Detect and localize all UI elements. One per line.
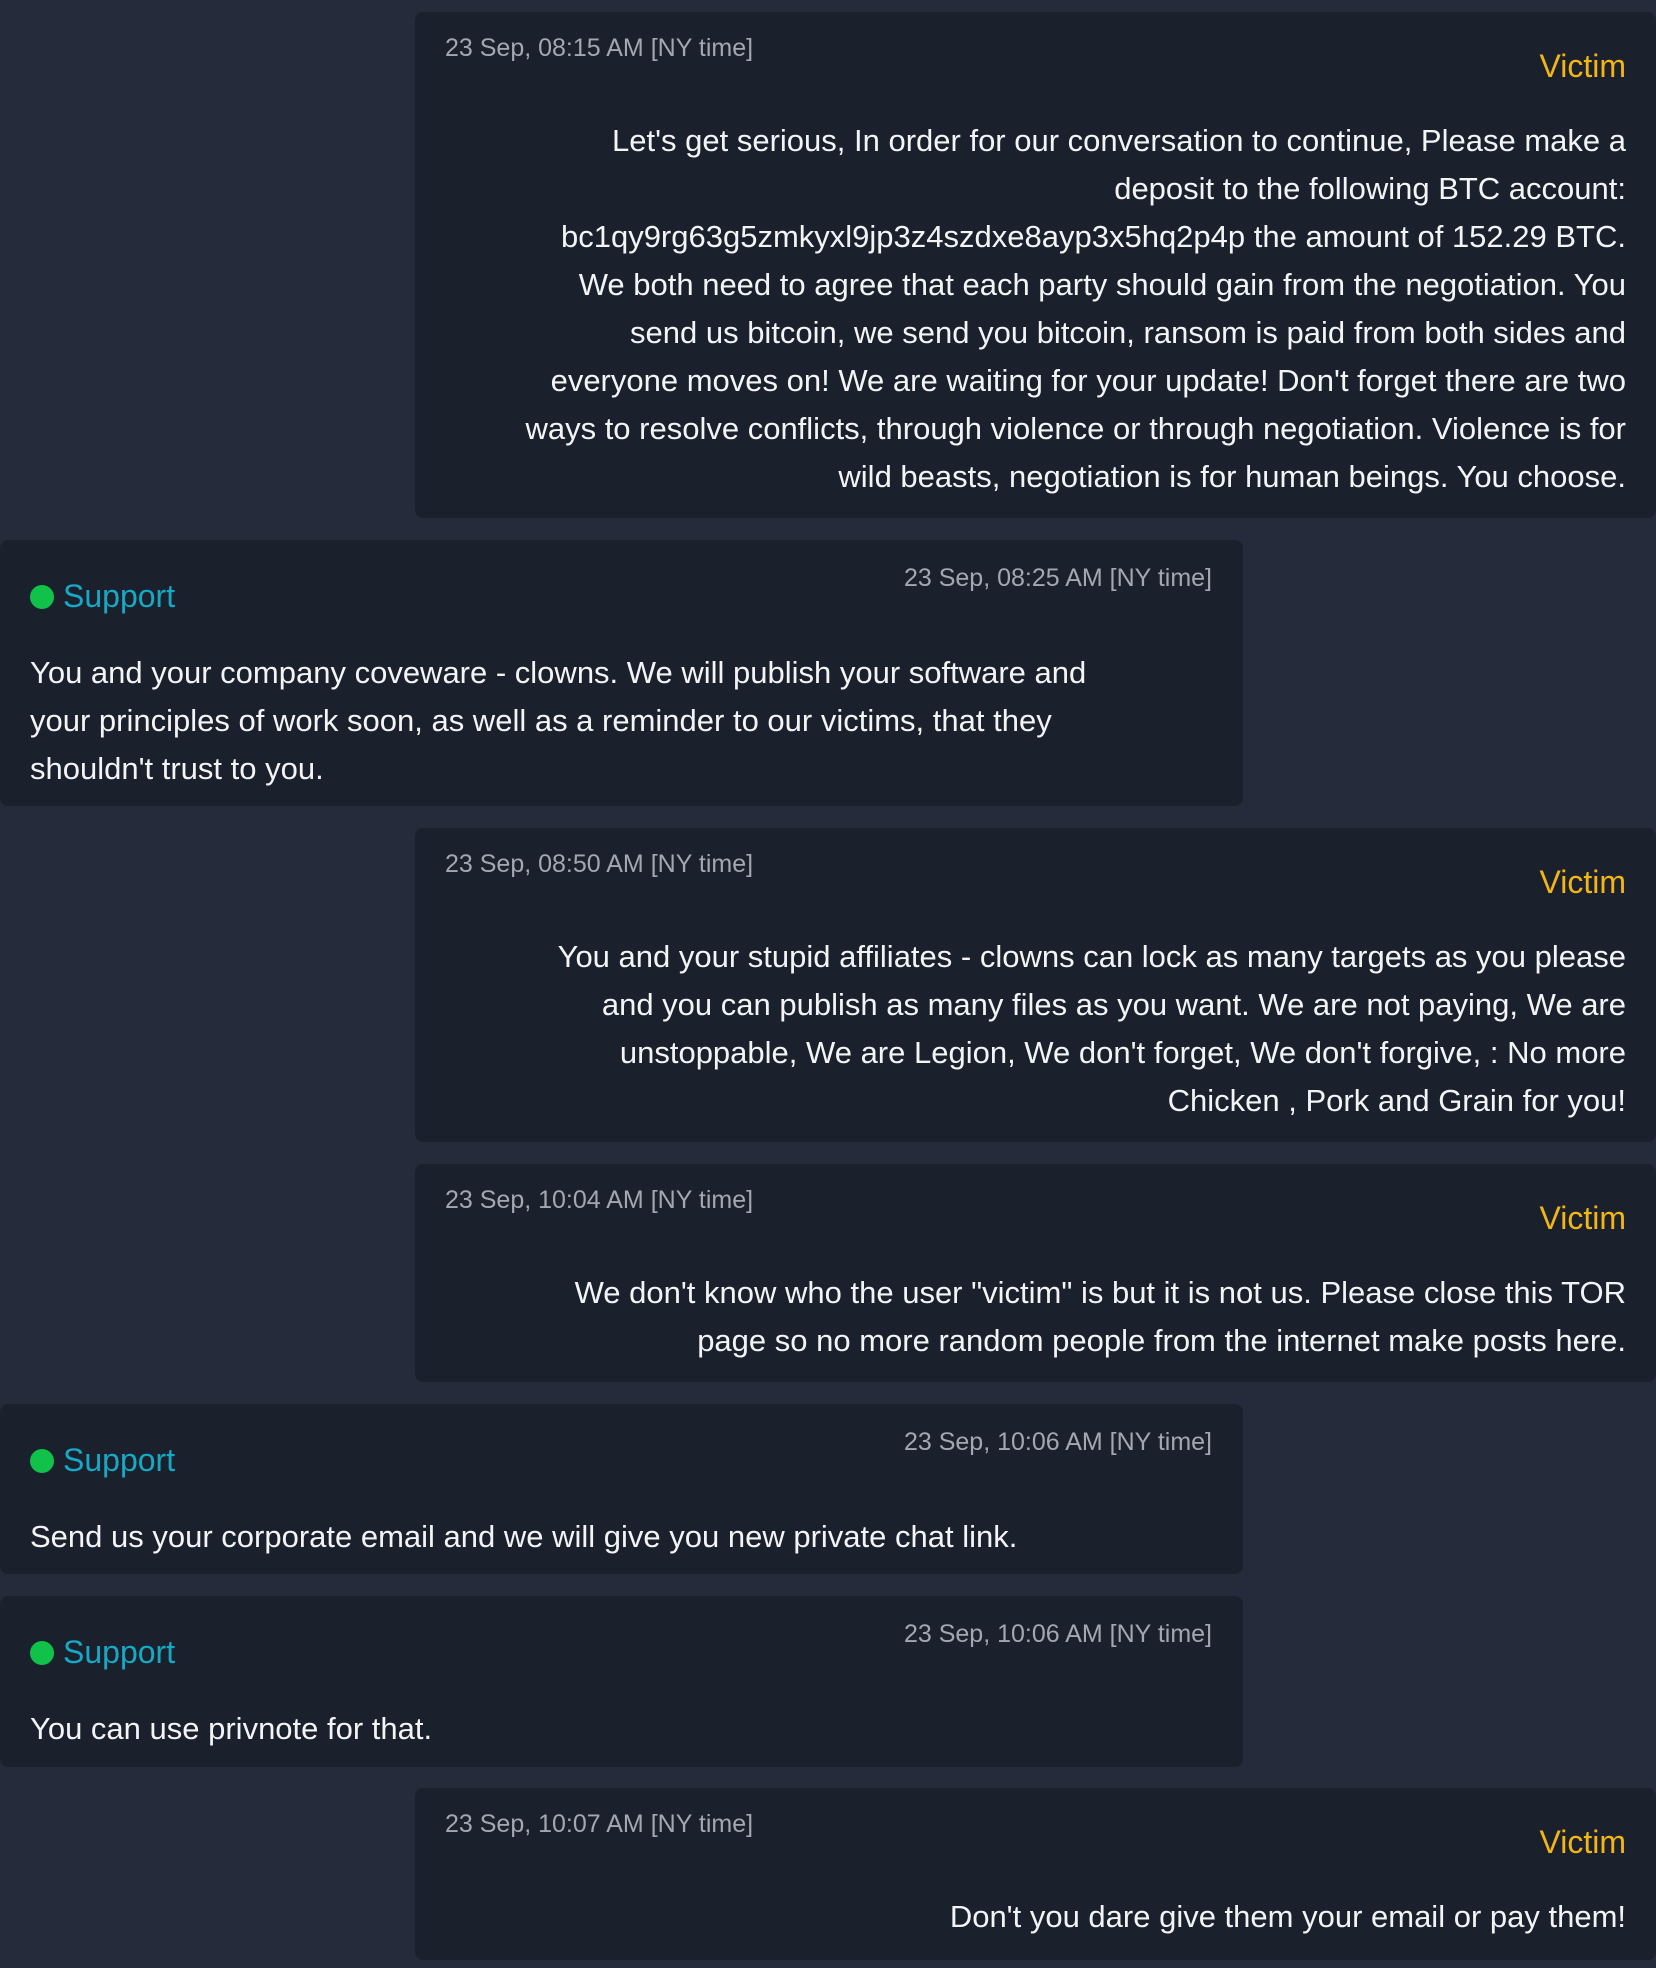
message-line: ways to resolve conflicts, through viole… (525, 411, 1626, 446)
message-line: Chicken , Pork and Grain for you! (1167, 1083, 1626, 1118)
message-timestamp: 23 Sep, 10:06 AM [NY time] (903, 1620, 1212, 1648)
message-line: Don't you dare give them your email or p… (949, 1899, 1626, 1934)
online-status-icon (30, 1448, 54, 1473)
chat-message-support: 23 Sep, 10:06 AM [NY time] Support You c… (0, 1596, 1243, 1767)
message-line: everyone moves on! We are waiting for yo… (550, 363, 1626, 398)
message-line: your principles of work soon, as well as… (30, 703, 1052, 738)
chat-message-support: 23 Sep, 10:06 AM [NY time] Support Send … (0, 1404, 1243, 1574)
message-line: shouldn't trust to you. (30, 751, 324, 786)
message-line: Send us your corporate email and we will… (30, 1519, 1018, 1554)
message-author-support: Support (30, 1442, 175, 1479)
message-line: You and your company coveware - clowns. … (30, 655, 1087, 690)
message-timestamp: 23 Sep, 08:50 AM [NY time] (445, 850, 754, 878)
message-line: You and your stupid affiliates - clowns … (557, 939, 1626, 974)
message-line: send us bitcoin, we send you bitcoin, ra… (630, 315, 1626, 350)
message-line: bc1qy9rg63g5zmkyxl9jp3z4szdxe8ayp3x5hq2p… (560, 219, 1626, 254)
chat-message-support: 23 Sep, 08:25 AM [NY time] Support You a… (0, 540, 1243, 806)
message-timestamp: 23 Sep, 10:06 AM [NY time] (903, 1428, 1212, 1456)
message-line: deposit to the following BTC account: (1114, 171, 1626, 206)
message-line: wild beasts, negotiation is for human be… (838, 459, 1626, 494)
message-line: page so no more random people from the i… (697, 1323, 1626, 1358)
message-author-victim: Victim (1539, 1824, 1626, 1860)
message-author-victim: Victim (1539, 1200, 1626, 1236)
message-timestamp: 23 Sep, 08:15 AM [NY time] (445, 34, 754, 62)
message-text: Don't you dare give them your email or p… (445, 1893, 1626, 1941)
message-author-victim: Victim (1539, 864, 1626, 900)
message-text: Let's get serious, In order for our conv… (445, 117, 1626, 501)
author-name: Support (63, 578, 176, 614)
author-name: Support (63, 1634, 176, 1670)
chat-message-victim: 23 Sep, 08:15 AM [NY time] Victim Let's … (415, 12, 1656, 518)
message-line: and you can publish as many files as you… (601, 987, 1626, 1022)
chat-message-victim: 23 Sep, 10:07 AM [NY time] Victim Don't … (415, 1788, 1656, 1960)
online-status-icon (30, 584, 54, 609)
author-name: Support (63, 1442, 176, 1478)
message-timestamp: 23 Sep, 08:25 AM [NY time] (903, 564, 1212, 592)
message-line: We don't know who the user "victim" is b… (574, 1275, 1626, 1310)
message-text: Send us your corporate email and we will… (30, 1513, 1213, 1561)
message-line: Let's get serious, In order for our conv… (612, 123, 1626, 158)
message-author-support: Support (30, 1634, 175, 1671)
chat-message-victim: 23 Sep, 10:04 AM [NY time] Victim We don… (415, 1164, 1656, 1382)
message-text: You and your company coveware - clowns. … (30, 649, 1213, 793)
message-line: We both need to agree that each party sh… (578, 267, 1626, 302)
message-author-support: Support (30, 578, 175, 615)
message-text: You can use privnote for that. (30, 1705, 1213, 1753)
message-author-victim: Victim (1539, 48, 1626, 84)
message-line: unstoppable, We are Legion, We don't for… (619, 1035, 1626, 1070)
online-status-icon (30, 1640, 54, 1665)
message-line: You can use privnote for that. (30, 1711, 433, 1746)
message-timestamp: 23 Sep, 10:07 AM [NY time] (445, 1810, 754, 1838)
chat-message-victim: 23 Sep, 08:50 AM [NY time] Victim You an… (415, 828, 1656, 1142)
message-timestamp: 23 Sep, 10:04 AM [NY time] (445, 1186, 754, 1214)
message-text: You and your stupid affiliates - clowns … (445, 933, 1626, 1125)
message-text: We don't know who the user "victim" is b… (445, 1269, 1626, 1365)
